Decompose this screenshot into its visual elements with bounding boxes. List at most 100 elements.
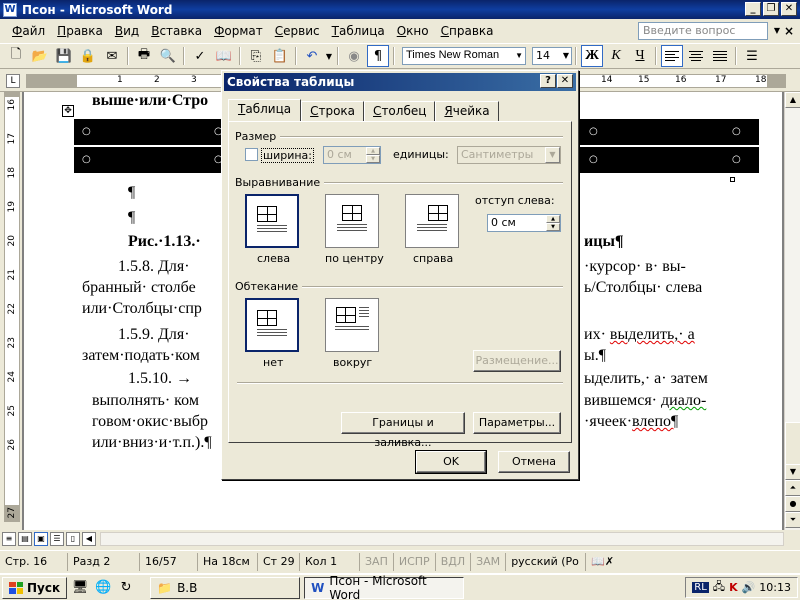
align-center-icon[interactable] xyxy=(685,45,707,67)
desktop-icon[interactable]: 🖥 xyxy=(70,578,90,598)
new-document-icon[interactable]: 🗋 xyxy=(5,45,27,67)
menu-tools[interactable]: Сервис xyxy=(269,24,326,38)
spin-up-icon[interactable]: ▲ xyxy=(546,215,560,223)
research-icon[interactable]: 📖 xyxy=(213,45,235,67)
status-ovr[interactable]: ЗАМ xyxy=(471,552,507,571)
status-ext[interactable]: ВДЛ xyxy=(436,552,472,571)
outline-view-icon[interactable]: ☰ xyxy=(50,532,64,546)
scroll-left-icon[interactable]: ◀ xyxy=(82,532,96,546)
menu-insert[interactable]: Вставка xyxy=(145,24,208,38)
chevron-down-icon[interactable]: ▼ xyxy=(563,51,569,60)
drawing-icon[interactable]: ◉ xyxy=(343,45,365,67)
table-move-handle-icon[interactable]: ✥ xyxy=(62,105,74,117)
ruler-number: 15 xyxy=(638,75,650,85)
close-icon[interactable]: ✕ xyxy=(557,74,573,88)
menu-edit[interactable]: Правка xyxy=(51,24,109,38)
language-indicator[interactable]: RL xyxy=(692,582,709,593)
restore-button[interactable]: ❐ xyxy=(763,2,779,16)
spin-down-icon[interactable]: ▼ xyxy=(546,223,560,231)
web-view-icon[interactable]: ▤ xyxy=(18,532,32,546)
paragraph-text: затем·подать·ком xyxy=(82,347,200,364)
wrap-around-label: вокруг xyxy=(333,356,373,369)
placement-button[interactable]: Размещение... xyxy=(473,350,561,372)
refresh-icon[interactable]: ↻ xyxy=(116,578,136,598)
status-rec[interactable]: ЗАП xyxy=(360,552,394,571)
browser-icon[interactable]: 🌐 xyxy=(93,578,113,598)
open-folder-icon[interactable]: 📂 xyxy=(29,45,51,67)
ok-button[interactable]: OK xyxy=(415,450,487,474)
align-left-icon[interactable] xyxy=(661,45,683,67)
task-word[interactable]: W Псон - Microsoft Word xyxy=(304,574,465,600)
tab-row[interactable]: Строка xyxy=(301,101,365,121)
paragraph-text: их· выделить,· а xyxy=(584,326,695,344)
cancel-button[interactable]: Отмена xyxy=(498,451,570,473)
borders-shading-button[interactable]: Границы и заливка... xyxy=(341,412,465,449)
spelling-icon[interactable]: ✓ xyxy=(189,45,211,67)
indent-spinner[interactable]: 0 см ▲ ▼ xyxy=(487,214,561,232)
save-icon[interactable]: 💾 xyxy=(53,45,75,67)
font-size-select[interactable]: 14 ▼ xyxy=(532,47,572,65)
menu-window[interactable]: Окно xyxy=(391,24,435,38)
tab-cell[interactable]: Ячейка xyxy=(435,101,499,121)
justify-icon[interactable] xyxy=(709,45,731,67)
italic-button[interactable]: К xyxy=(605,45,627,67)
bullets-icon[interactable]: ☰ xyxy=(741,45,763,67)
status-trk[interactable]: ИСПР xyxy=(394,552,436,571)
menu-view[interactable]: Вид xyxy=(109,24,145,38)
scroll-up-icon[interactable]: ▲ xyxy=(785,92,800,108)
show-marks-button[interactable]: ¶ xyxy=(367,45,389,67)
close-button[interactable]: ✕ xyxy=(781,2,797,16)
align-left-option[interactable] xyxy=(245,194,299,248)
clock[interactable]: 10:13 xyxy=(759,581,791,594)
menu-table[interactable]: Таблица xyxy=(326,24,391,38)
undo-icon[interactable]: ↶ xyxy=(301,45,323,67)
minimize-button[interactable]: _ xyxy=(745,2,761,16)
close-document-icon[interactable]: × xyxy=(784,24,794,38)
start-button[interactable]: Пуск xyxy=(2,576,68,599)
print-icon[interactable]: 🖶 xyxy=(133,45,155,67)
spelling-status-icon[interactable]: 📖✗ xyxy=(586,553,619,571)
normal-view-icon[interactable]: ≡ xyxy=(2,532,16,546)
browse-object-icon[interactable]: ● xyxy=(785,496,800,512)
font-name-select[interactable]: Times New Roman ▼ xyxy=(402,47,526,65)
scroll-down-icon[interactable]: ▼ xyxy=(785,464,800,480)
wrap-none-option[interactable] xyxy=(245,298,299,352)
help-icon[interactable]: ? xyxy=(540,74,556,88)
email-icon[interactable]: ✉ xyxy=(101,45,123,67)
menu-file[interactable]: Файл xyxy=(6,24,51,38)
chevron-down-icon[interactable]: ▼ xyxy=(774,26,780,35)
previous-page-icon[interactable]: ⏶ xyxy=(785,480,800,496)
reading-view-icon[interactable]: ▯ xyxy=(66,532,80,546)
print-preview-icon[interactable]: 🔍 xyxy=(157,45,179,67)
horizontal-scrollbar[interactable] xyxy=(100,532,784,546)
menu-help[interactable]: Справка xyxy=(435,24,500,38)
underline-button[interactable]: Ч xyxy=(629,45,651,67)
options-button[interactable]: Параметры... xyxy=(473,412,561,434)
tab-selector-icon[interactable]: L xyxy=(6,74,20,88)
toolbar-separator xyxy=(735,47,737,65)
menu-format[interactable]: Формат xyxy=(208,24,269,38)
permission-icon[interactable]: 🔒 xyxy=(77,45,99,67)
wrap-around-option[interactable] xyxy=(325,298,379,352)
vruler-number: 25 xyxy=(7,405,17,417)
vertical-scrollbar[interactable]: ▲ ▼ ⏶ ● ⏷ xyxy=(784,92,800,530)
width-checkbox[interactable] xyxy=(245,148,258,161)
undo-dropdown-icon[interactable]: ▼ xyxy=(325,45,333,67)
spinner-buttons[interactable]: ▲ ▼ xyxy=(546,215,560,231)
network-icon[interactable]: 🖧 xyxy=(713,578,725,597)
align-center-option[interactable] xyxy=(325,194,379,248)
antivirus-icon[interactable]: K xyxy=(729,581,738,594)
bold-button[interactable]: Ж xyxy=(581,45,603,67)
chevron-down-icon[interactable]: ▼ xyxy=(515,51,523,60)
task-folder[interactable]: 📁 B.B xyxy=(150,576,301,599)
copy-icon[interactable]: ⎘ xyxy=(245,45,267,67)
paste-icon[interactable]: 📋 xyxy=(269,45,291,67)
help-search-input[interactable]: Введите вопрос xyxy=(638,22,768,40)
tab-column[interactable]: Столбец xyxy=(364,101,436,121)
print-layout-icon[interactable]: ▣ xyxy=(34,532,48,546)
volume-icon[interactable]: 🔊 xyxy=(742,581,756,594)
align-right-option[interactable] xyxy=(405,194,459,248)
table-resize-handle[interactable] xyxy=(730,177,735,182)
tab-table[interactable]: Таблица xyxy=(228,99,302,121)
next-page-icon[interactable]: ⏷ xyxy=(785,512,800,528)
